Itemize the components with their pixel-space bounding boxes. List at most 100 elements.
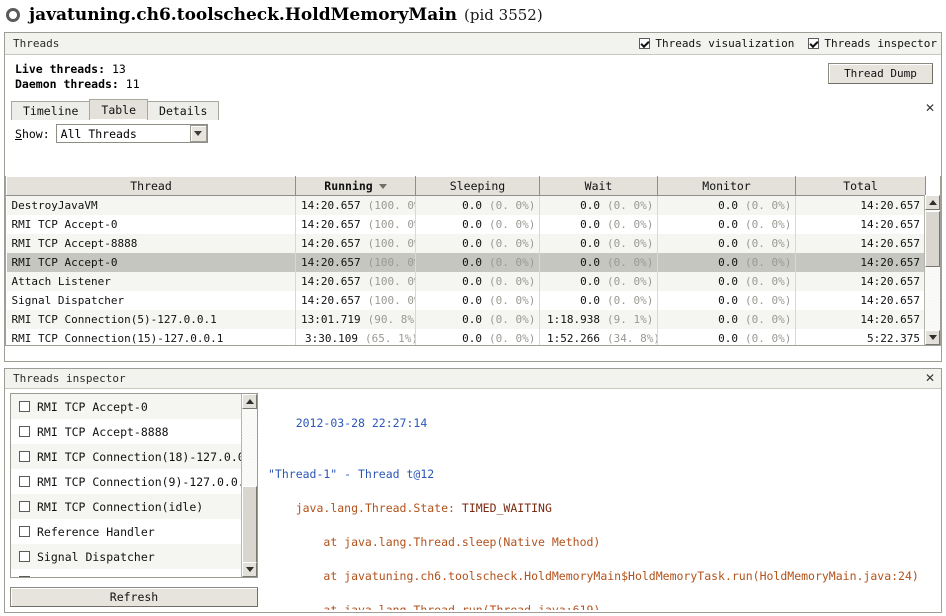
column-header-monitor[interactable]: Monitor: [657, 176, 796, 196]
cell-running: 13:01.719 (90. 8%): [295, 309, 416, 329]
cell-running-percent: (100. 0%): [367, 293, 415, 307]
cell-wait-value: 0.0: [580, 274, 600, 288]
list-item-checkbox[interactable]: [19, 501, 30, 512]
cell-running: 14:20.657 (100. 0%): [295, 233, 416, 253]
cell-running: 14:20.657 (100. 0%): [295, 195, 416, 215]
window-title-bar: javatuning.ch6.toolscheck.HoldMemoryMain…: [0, 0, 946, 30]
table-scrollbar-thumb[interactable]: [925, 211, 940, 267]
cell-wait-value: 1:52.266: [547, 331, 600, 345]
list-item[interactable]: Thread-1: [11, 569, 257, 577]
inspector-scrollbar-thumb[interactable]: [242, 486, 257, 566]
table-row[interactable]: DestroyJavaVM 14:20.657 (100. 0%) 0.0 (0. 0%…: [6, 195, 926, 215]
cell-thread-name: RMI TCP Accept-0: [6, 252, 296, 272]
threads-table-body: DestroyJavaVM 14:20.657 (100. 0%) 0.0 (0. 0%…: [6, 195, 926, 345]
cell-monitor: 0.0 (0. 0%): [657, 195, 796, 215]
threads-inspector-header: Threads inspector ✕: [5, 369, 941, 389]
threads-table-head: Thread Running Sleeping Wait Monitor Tot…: [6, 176, 926, 196]
inspector-scroll-up-button[interactable]: [242, 394, 257, 409]
cell-running-value: 14:20.657: [301, 255, 361, 269]
cell-running-percent: (100. 0%): [367, 255, 415, 269]
list-item[interactable]: Reference Handler: [11, 519, 257, 544]
list-item-checkbox[interactable]: [19, 576, 30, 577]
column-header-sleeping[interactable]: Sleeping: [415, 176, 540, 196]
checkbox-threads-inspector-label: Threads inspector: [824, 37, 937, 50]
list-item[interactable]: RMI TCP Connection(idle): [11, 494, 257, 519]
inspector-vertical-scrollbar[interactable]: [241, 394, 257, 577]
cell-total: 14:20.657: [795, 290, 926, 310]
thread-dump-button[interactable]: Thread Dump: [828, 63, 933, 84]
tab-timeline[interactable]: Timeline: [11, 101, 91, 120]
table-row[interactable]: RMI TCP Accept-0 14:20.657 (100. 0%) 0.0 (0.…: [6, 214, 926, 234]
cell-wait-value: 0.0: [580, 255, 600, 269]
cell-thread-name: RMI TCP Connection(15)-127.0.0.1: [6, 328, 296, 345]
table-scroll-down-button[interactable]: [925, 330, 940, 345]
list-item-checkbox[interactable]: [19, 476, 30, 487]
cell-monitor: 0.0 (0. 0%): [657, 252, 796, 272]
checkbox-threads-inspector[interactable]: Threads inspector: [808, 37, 937, 50]
list-item[interactable]: RMI TCP Accept-0: [11, 394, 257, 419]
dump-frame-0: at java.lang.Thread.sleep(Native Method): [323, 535, 601, 549]
cell-sleeping-value: 0.0: [462, 198, 482, 212]
table-vertical-scrollbar[interactable]: [924, 195, 940, 345]
table-row[interactable]: Attach Listener 14:20.657 (100. 0%) 0.0 (0. …: [6, 271, 926, 291]
cell-thread-name: RMI TCP Accept-8888: [6, 233, 296, 253]
cell-monitor-percent: (0. 0%): [745, 293, 792, 307]
list-item[interactable]: Signal Dispatcher: [11, 544, 257, 569]
tab-table[interactable]: Table: [89, 99, 149, 119]
table-scroll-up-button[interactable]: [925, 195, 940, 210]
cell-wait: 1:18.938 (9. 1%): [539, 309, 658, 329]
cell-monitor-percent: (0. 0%): [745, 217, 792, 231]
column-header-wait[interactable]: Wait: [539, 176, 658, 196]
table-row[interactable]: RMI TCP Connection(15)-127.0.0.1 3:30.109…: [6, 328, 926, 345]
java-process-circle-icon: [6, 8, 20, 22]
table-row[interactable]: Signal Dispatcher 14:20.657 (100. 0%) 0.0 (0…: [6, 290, 926, 310]
refresh-button[interactable]: Refresh: [10, 587, 258, 607]
page-title: javatuning.ch6.toolscheck.HoldMemoryMain: [29, 5, 458, 25]
cell-wait: 0.0 (0. 0%): [539, 233, 658, 253]
cell-sleeping-percent: (0. 0%): [489, 293, 536, 307]
cell-monitor-value: 0.0: [718, 312, 738, 326]
close-icon[interactable]: ✕: [923, 371, 937, 386]
inspector-thread-list-items: RMI TCP Accept-0 RMI TCP Accept-8888 RMI T…: [11, 394, 257, 577]
list-item-checkbox[interactable]: [19, 526, 30, 537]
thread-dump-output[interactable]: 2012-03-28 22:27:14 "Thread-1" - Thread t…: [263, 393, 939, 610]
list-item[interactable]: RMI TCP Connection(9)-127.0.0.1: [11, 469, 257, 494]
cell-wait-value: 0.0: [580, 236, 600, 250]
close-icon[interactable]: ✕: [923, 102, 937, 116]
chevron-down-icon[interactable]: [189, 125, 207, 142]
threads-table-header-row: Thread Running Sleeping Wait Monitor Tot…: [6, 176, 926, 196]
inspector-thread-list[interactable]: RMI TCP Accept-0 RMI TCP Accept-8888 RMI T…: [10, 393, 258, 578]
cell-wait: 0.0 (0. 0%): [539, 195, 658, 215]
list-item[interactable]: RMI TCP Connection(18)-127.0.0.1: [11, 444, 257, 469]
list-item-checkbox[interactable]: [19, 426, 30, 437]
cell-wait: 0.0 (0. 0%): [539, 214, 658, 234]
list-item[interactable]: RMI TCP Accept-8888: [11, 419, 257, 444]
cell-sleeping-value: 0.0: [462, 312, 482, 326]
checkbox-threads-inspector-box[interactable]: [808, 38, 820, 49]
cell-sleeping-percent: (0. 0%): [489, 217, 536, 231]
cell-wait-value: 0.0: [580, 293, 600, 307]
chevron-down-glyph: [194, 131, 203, 136]
column-header-thread[interactable]: Thread: [6, 176, 296, 196]
cell-monitor: 0.0 (0. 0%): [657, 328, 796, 345]
cell-sleeping-percent: (0. 0%): [489, 236, 536, 250]
cell-running: 14:20.657 (100. 0%): [295, 252, 416, 272]
inspector-scroll-down-button[interactable]: [242, 562, 257, 577]
list-item-label: RMI TCP Connection(9)-127.0.0.1: [37, 474, 252, 489]
table-row[interactable]: RMI TCP Accept-888814:20.657(100. 0%) 0.0…: [6, 233, 926, 253]
list-item-checkbox[interactable]: [19, 401, 30, 412]
show-filter-select[interactable]: All Threads: [55, 124, 208, 143]
list-item-checkbox[interactable]: [19, 451, 30, 462]
checkbox-threads-visualization-box[interactable]: [639, 38, 651, 49]
cell-wait-percent: (0. 0%): [607, 236, 654, 250]
checkbox-threads-visualization[interactable]: Threads visualization: [639, 37, 794, 50]
cell-sleeping: 0.0 (0. 0%): [415, 252, 540, 272]
column-header-running[interactable]: Running: [295, 176, 416, 196]
table-row[interactable]: RMI TCP Accept-0 14:20.657 (100. 0%) 0.0 (0.…: [6, 252, 926, 272]
tab-details[interactable]: Details: [147, 101, 220, 120]
list-item-checkbox[interactable]: [19, 551, 30, 562]
checkbox-threads-visualization-label: Threads visualization: [655, 37, 795, 50]
column-header-total[interactable]: Total: [795, 176, 926, 196]
cell-sleeping: 0.0 (0. 0%): [415, 195, 540, 215]
table-row[interactable]: RMI TCP Connection(5)-127.0.0.1 13:01.719…: [6, 309, 926, 329]
